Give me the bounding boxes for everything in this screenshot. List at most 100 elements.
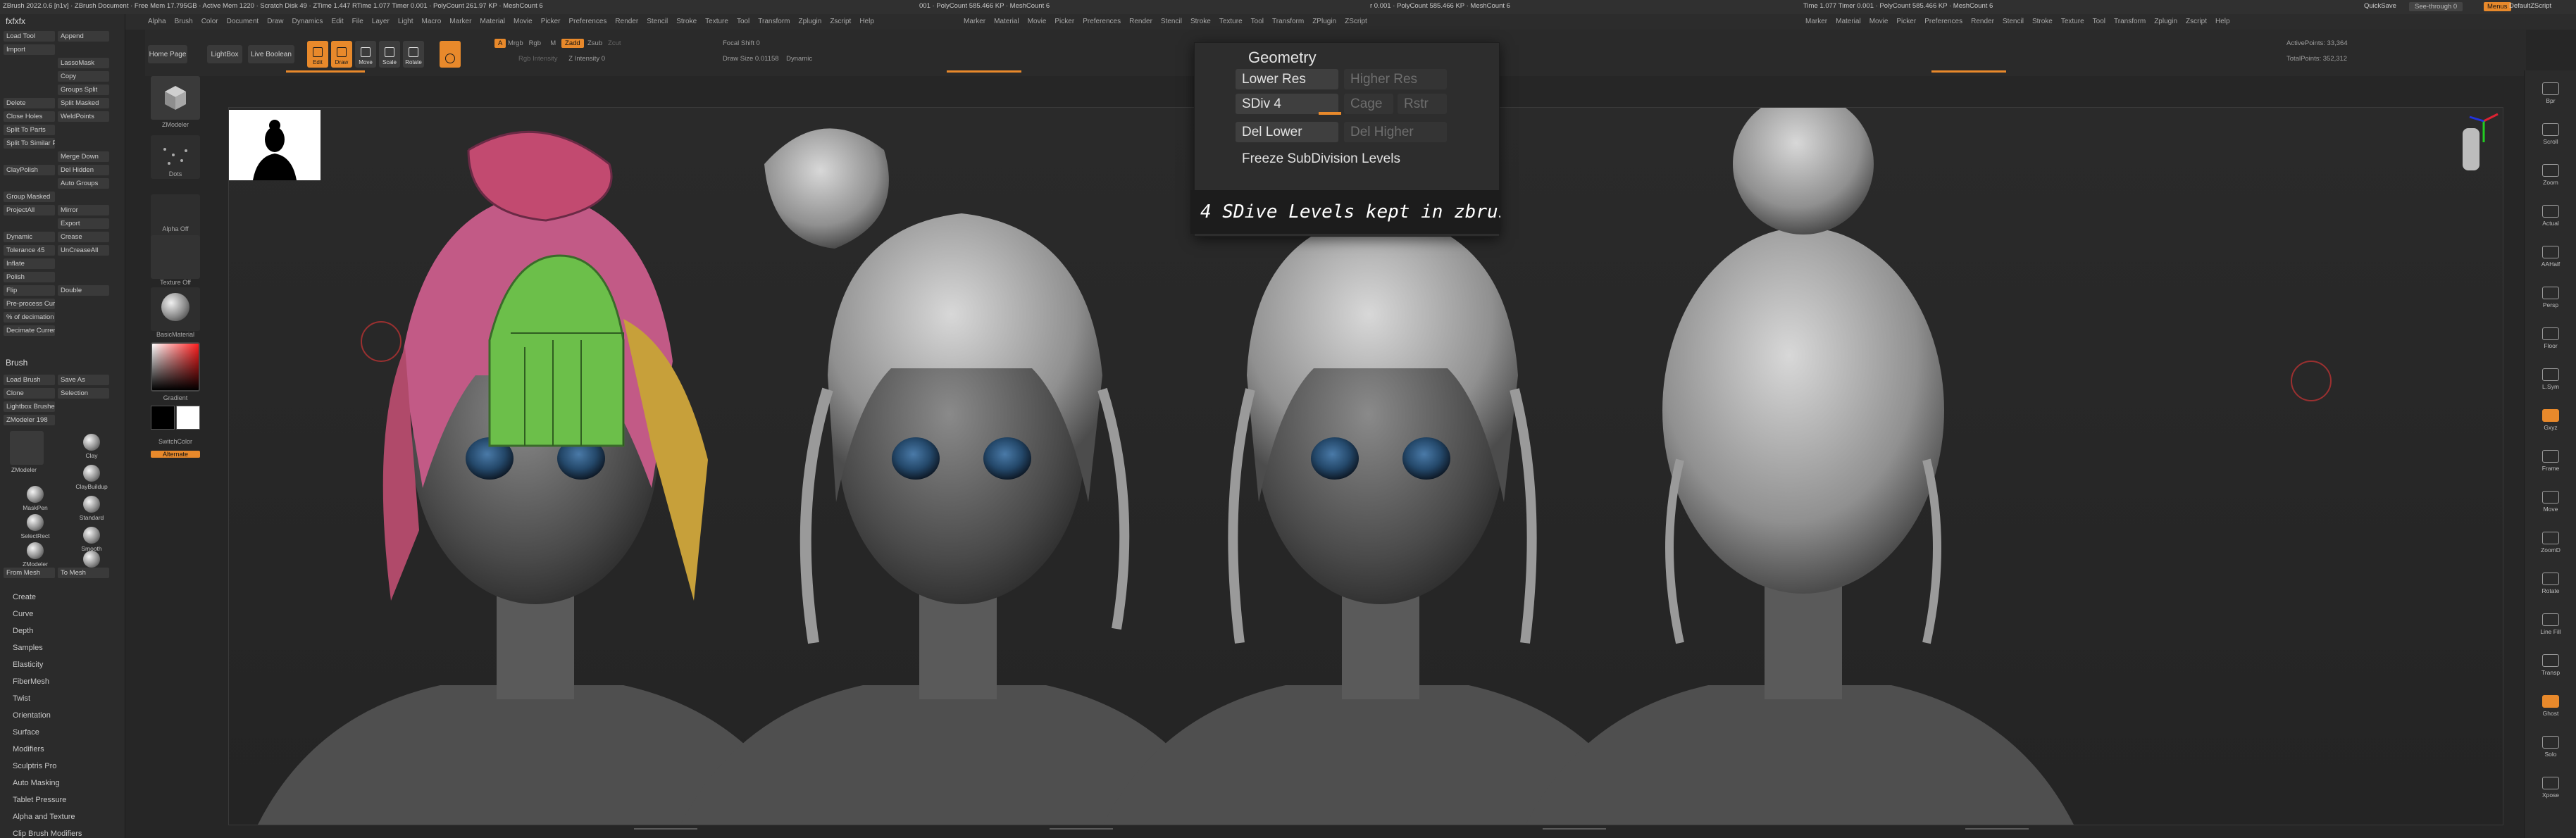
main-color-swatch[interactable] (176, 406, 200, 430)
tool-button[interactable]: ProjectAll (4, 205, 55, 215)
to-mesh-button[interactable]: To Mesh (58, 568, 109, 578)
scroll-hint-2[interactable] (1050, 828, 1113, 832)
switch-color-button[interactable]: SwitchColor (151, 438, 200, 445)
menu-item[interactable]: Tool (737, 18, 749, 25)
tool-button[interactable]: Double (58, 285, 109, 296)
brush-button[interactable]: Clone (4, 388, 55, 399)
tool-button[interactable]: LassoMask (58, 58, 109, 68)
menu-item[interactable]: Movie (1869, 18, 1889, 25)
brush-subpalette[interactable]: Auto Masking (13, 779, 60, 787)
menu-item[interactable]: Marker (964, 18, 985, 25)
brush-subpalette[interactable]: Twist (13, 694, 30, 703)
brush-button[interactable]: Load Brush (4, 375, 55, 385)
tool-button[interactable]: Merge Down (58, 151, 109, 162)
edit-mode-button[interactable]: Edit (307, 41, 328, 68)
scale-mode-button[interactable]: Scale (379, 41, 400, 68)
menu-item[interactable]: Tool (2093, 18, 2105, 25)
brush-subpalette[interactable]: Modifiers (13, 745, 44, 753)
zadd-toggle[interactable]: Zadd (561, 39, 584, 48)
rstr-button[interactable]: Rstr (1398, 94, 1447, 114)
menu-item[interactable]: Stroke (676, 18, 697, 25)
tray-button[interactable]: Bpr (2531, 77, 2570, 108)
del-higher-button[interactable]: Del Higher (1344, 122, 1447, 142)
tool-button[interactable]: Import (4, 44, 55, 55)
tray-button[interactable]: Ghost (2531, 690, 2570, 721)
tool-button[interactable]: Flip (4, 285, 55, 296)
tool-button[interactable]: % of decimation 20 (4, 312, 55, 323)
brush-subpalette[interactable]: Tablet Pressure (13, 796, 66, 804)
menu-item[interactable]: Dynamics (292, 18, 323, 25)
brush-sphere-icon[interactable] (83, 551, 100, 568)
brush-button[interactable]: Lightbox Brushes (4, 401, 55, 412)
menu-item[interactable]: Material (1836, 18, 1861, 25)
tool-button[interactable]: Delete (4, 98, 55, 108)
menu-item[interactable]: Preferences (1083, 18, 1121, 25)
m-toggle[interactable]: M (550, 39, 556, 47)
tool-button[interactable]: Inflate (4, 258, 55, 269)
menu-item[interactable]: Picker (541, 18, 561, 25)
tool-button[interactable]: Mirror (58, 205, 109, 215)
alternate-button[interactable]: Alternate (151, 451, 200, 458)
brush-subpalette[interactable]: Orientation (13, 711, 51, 720)
tray-button[interactable]: Persp (2531, 282, 2570, 313)
menu-item[interactable]: Zscript (830, 18, 851, 25)
tray-button[interactable]: Move (2531, 486, 2570, 517)
menu-item[interactable]: Preferences (1924, 18, 1962, 25)
brush-subpalette[interactable]: Create (13, 593, 36, 601)
tool-button[interactable]: Close Holes (4, 111, 55, 122)
brush-subpalette[interactable]: Elasticity (13, 661, 43, 669)
menu-item[interactable]: Tool (1251, 18, 1264, 25)
tool-button[interactable]: Export (58, 218, 109, 229)
tool-button[interactable]: Append (58, 31, 109, 42)
tray-button[interactable]: Scroll (2531, 118, 2570, 149)
current-brush-thumbnail[interactable] (10, 431, 44, 465)
scroll-hint-4[interactable] (1965, 828, 2029, 832)
menu-item[interactable]: Render (615, 18, 638, 25)
menu-item[interactable]: Preferences (568, 18, 606, 25)
brush-sphere-icon[interactable] (83, 527, 100, 544)
menu-item[interactable]: Document (227, 18, 259, 25)
menu-item[interactable]: File (352, 18, 363, 25)
draw-mode-button[interactable]: Draw (331, 41, 352, 68)
menu-item[interactable]: Stroke (1190, 18, 1211, 25)
freeze-subdivision-button[interactable]: Freeze SubDivision Levels (1236, 149, 1468, 169)
home-page-button[interactable]: Home Page (148, 45, 187, 63)
tool-button[interactable]: Groups Split (58, 85, 109, 95)
brush-sphere-icon[interactable] (27, 542, 44, 559)
menu-item[interactable]: Layer (372, 18, 390, 25)
menu-item[interactable]: Color (201, 18, 218, 25)
from-mesh-button[interactable]: From Mesh (4, 568, 55, 578)
tool-button[interactable]: Split To Similar Parts (4, 138, 55, 149)
menu-item[interactable]: Transform (758, 18, 790, 25)
cage-button[interactable]: Cage (1344, 94, 1393, 114)
menu-item[interactable]: Texture (2061, 18, 2084, 25)
rgb-toggle[interactable]: Rgb (529, 39, 541, 47)
tool-button[interactable]: Polish (4, 272, 55, 282)
menu-item[interactable]: ZPlugin (1312, 18, 1336, 25)
menu-item[interactable]: Movie (514, 18, 533, 25)
zcut-toggle[interactable]: Zcut (608, 39, 621, 47)
tool-button[interactable]: ClayPolish (4, 165, 55, 175)
tray-button[interactable]: AAHalf (2531, 241, 2570, 272)
menu-item[interactable]: Marker (449, 18, 471, 25)
tray-button[interactable]: Floor (2531, 323, 2570, 354)
a-toggle[interactable]: A (494, 39, 506, 48)
tool-button[interactable]: Decimate Current (4, 325, 55, 336)
tool-button[interactable]: Group Masked (4, 192, 55, 202)
menu-item[interactable]: Zplugin (799, 18, 822, 25)
menu-item[interactable]: Help (859, 18, 874, 25)
menu-item[interactable]: Help (2215, 18, 2230, 25)
tool-button[interactable]: UnCreaseAll (58, 245, 109, 256)
brush-sphere-icon[interactable] (27, 486, 44, 503)
menus-button[interactable]: Menus (2484, 2, 2511, 11)
menu-item[interactable]: Transform (2114, 18, 2146, 25)
navigation-thumbnail[interactable] (229, 110, 321, 180)
menu-item[interactable]: Draw (267, 18, 283, 25)
gizmo-toggle[interactable] (440, 41, 461, 68)
tray-button[interactable]: ZoomD (2531, 527, 2570, 558)
scroll-hint-3[interactable] (1543, 828, 1606, 832)
scroll-hint-1[interactable] (634, 828, 697, 832)
menu-item[interactable]: Render (1129, 18, 1152, 25)
rotate-mode-button[interactable]: Rotate (403, 41, 424, 68)
tool-button[interactable]: Pre-process Current (4, 299, 55, 309)
